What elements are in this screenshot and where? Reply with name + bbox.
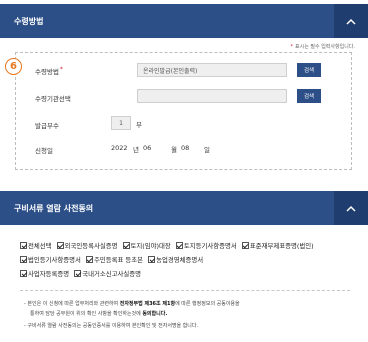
section-header-receipt-method: 수령방법: [0, 4, 368, 38]
checkbox-icon[interactable]: [241, 242, 249, 249]
checkbox-icon[interactable]: [20, 256, 27, 263]
section-title: 수령방법: [14, 16, 44, 26]
consent-note-1-line1: - 본인은 이 신청에 따른 업무처리와 관련하여 전자정부법 제36조 제1항…: [24, 300, 240, 307]
checkbox-item-select-all[interactable]: 전체선택: [20, 242, 52, 250]
checkbox-label: 토지(임야)대장: [130, 242, 171, 250]
consent-note-1-line2: 통하여 담당 공무원이 위의 확인 사항을 확인하는것에 동의합니다.: [30, 310, 167, 317]
checkbox-item-corporate-registry[interactable]: 법인등기사항증명서: [20, 256, 81, 264]
receipt-agency-field[interactable]: [137, 89, 287, 103]
apply-date-label: 신청일: [35, 147, 53, 155]
note-text: 에 따른 행정정보의 공동이용을: [175, 301, 240, 307]
checkbox-item-agricultural-entity[interactable]: 농업경영체증명서: [148, 256, 203, 264]
divider: [20, 290, 350, 291]
receipt-agency-search-button[interactable]: 검색: [297, 89, 321, 103]
checkbox-item-financial-statement[interactable]: 표준재무제표증명(법인): [241, 242, 314, 250]
required-mark: *: [59, 66, 63, 73]
checkbox-label: 외국인등록사실증명: [64, 242, 118, 250]
checkbox-item-business-registration[interactable]: 사업자등록증명: [20, 270, 69, 278]
section-title: 구비서류 열람 사전동의: [14, 203, 94, 213]
checkbox-label: 사업자등록증명: [28, 270, 70, 278]
required-note: * 표시는 필수 입력사항입니다.: [291, 43, 355, 50]
checkbox-icon[interactable]: [85, 256, 93, 263]
checkbox-label: 국내거소신고사실증명: [82, 270, 141, 278]
note-text: - 본인은 이 신청에 따른 업무처리와 관련하여: [24, 301, 120, 307]
apply-day: 08: [181, 144, 190, 152]
copies-unit: 부: [136, 121, 142, 129]
checkbox-icon[interactable]: [175, 242, 183, 249]
receipt-method-field[interactable]: 온라인발급(본인출력): [137, 63, 287, 77]
receipt-method-label-text: 수령방법: [35, 68, 59, 76]
checkbox-icon[interactable]: [122, 242, 130, 249]
checkbox-label: 주민등록표 등초본: [93, 256, 144, 264]
apply-year: 2022: [111, 144, 128, 152]
checkbox-icon[interactable]: [56, 242, 64, 249]
checkbox-item-resident-registration[interactable]: 주민등록표 등초본: [85, 256, 144, 264]
receipt-method-search-button[interactable]: 검색: [297, 63, 321, 77]
collapse-toggle-button[interactable]: [334, 4, 368, 38]
checkbox-label: 법인등기사항증명서: [28, 256, 81, 264]
receipt-method-label: 수령방법*: [35, 66, 63, 76]
checkbox-label: 토지등기사항증명서: [183, 242, 237, 250]
checkbox-icon[interactable]: [148, 256, 156, 263]
copies-label: 발급부수: [35, 122, 59, 130]
note-emphasis: 전자정부법 제36조 제1항: [119, 301, 176, 307]
checkbox-label: 표준재무제표증명(법인): [249, 242, 314, 250]
apply-month: 06: [143, 144, 152, 152]
note-emphasis: 동의합니다.: [142, 311, 168, 317]
copies-field[interactable]: 1: [111, 116, 131, 130]
apply-month-unit: 월: [171, 146, 177, 154]
chevron-up-icon: [346, 18, 356, 25]
required-star: *: [290, 44, 294, 50]
checkbox-item-foreigner-registration[interactable]: 외국인등록사실증명: [56, 242, 118, 250]
checkbox-icon[interactable]: [74, 270, 82, 277]
receipt-agency-label: 수령기관선택: [35, 95, 71, 103]
collapse-toggle-button[interactable]: [334, 191, 368, 225]
section-header-prior-consent: 구비서류 열람 사전동의: [0, 191, 368, 225]
checkbox-icon[interactable]: [20, 270, 27, 277]
checkbox-item-land-ledger[interactable]: 토지(임야)대장: [122, 242, 171, 250]
checkbox-label: 농업경영체증명서: [156, 256, 204, 264]
checkbox-item-domestic-residence[interactable]: 국내거소신고사실증명: [74, 270, 141, 278]
checkbox-icon[interactable]: [20, 242, 27, 249]
checkbox-label: 전체선택: [28, 242, 52, 250]
chevron-up-icon: [346, 205, 356, 212]
checkbox-item-land-registry[interactable]: 토지등기사항증명서: [175, 242, 237, 250]
consent-note-2: - 구비서류 열람 사전동의는 공동인증서를 이용하여 본인확인 및 전자서명을…: [24, 323, 199, 329]
step-number-badge: 6: [5, 58, 22, 75]
required-note-text: 표시는 필수 입력사항입니다.: [295, 44, 355, 50]
apply-day-unit: 일: [204, 146, 210, 154]
apply-year-unit: 년: [133, 146, 139, 154]
note-text: 통하여 담당 공무원이 위의 확인 사항을 확인하는것에: [30, 311, 143, 317]
